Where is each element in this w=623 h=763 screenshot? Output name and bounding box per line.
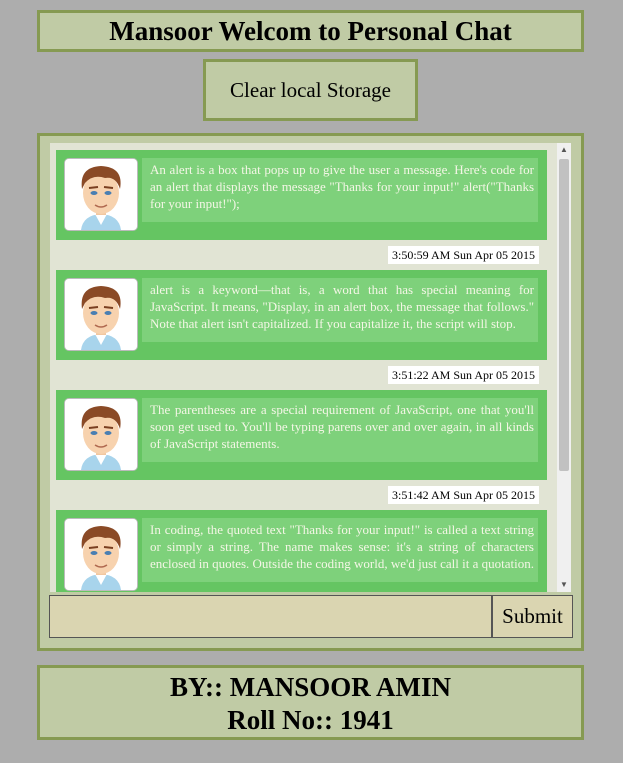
arrow-up-icon[interactable]: ▲ (557, 143, 571, 157)
message-timestamp: 3:51:22 AM Sun Apr 05 2015 (387, 366, 539, 384)
message-item: An alert is a box that pops up to give t… (56, 150, 547, 240)
chat-panel: An alert is a box that pops up to give t… (37, 133, 584, 651)
user-avatar-icon (64, 518, 138, 591)
submit-button[interactable]: Submit (492, 595, 573, 638)
message-text: In coding, the quoted text "Thanks for y… (142, 518, 538, 582)
message-timestamp: 3:50:59 AM Sun Apr 05 2015 (387, 246, 539, 264)
user-avatar-icon (64, 398, 138, 471)
user-avatar-icon (64, 278, 138, 351)
message-timestamp: 3:51:42 AM Sun Apr 05 2015 (387, 486, 539, 504)
message-text: alert is a keyword—that is, a word that … (142, 278, 538, 342)
message-item: The parentheses are a special requiremen… (56, 390, 547, 480)
message-list[interactable]: An alert is a box that pops up to give t… (50, 143, 571, 592)
clear-local-storage-button[interactable]: Clear local Storage (203, 59, 418, 121)
message-item: alert is a keyword—that is, a word that … (56, 270, 547, 360)
message-item: In coding, the quoted text "Thanks for y… (56, 510, 547, 592)
author-line: BY:: MANSOOR AMIN (169, 672, 451, 702)
message-input[interactable] (49, 595, 492, 638)
message-text: An alert is a box that pops up to give t… (142, 158, 538, 222)
roll-number-line: Roll No:: 1941 (227, 705, 394, 735)
user-avatar-icon (64, 158, 138, 231)
scrollbar-thumb[interactable] (559, 159, 569, 471)
message-list-scrollbar[interactable]: ▲ ▼ (557, 143, 571, 592)
arrow-down-icon[interactable]: ▼ (557, 578, 571, 592)
message-text: The parentheses are a special requiremen… (142, 398, 538, 462)
page-title: Mansoor Welcom to Personal Chat (37, 10, 584, 52)
footer: BY:: MANSOOR AMIN Roll No:: 1941 (37, 665, 584, 740)
